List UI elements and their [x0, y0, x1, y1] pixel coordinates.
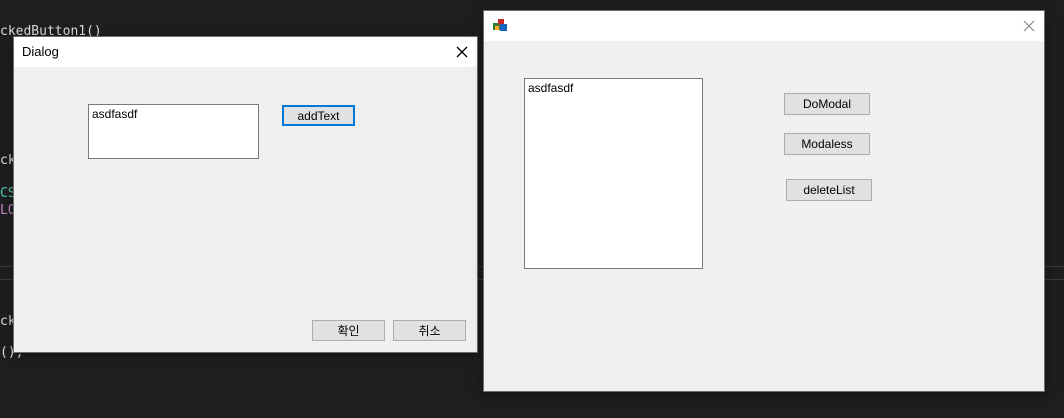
dialog-window: Dialog asdfasdf addText 확인 취소 — [14, 37, 477, 352]
main-titlebar[interactable] — [484, 11, 1044, 41]
main-close-button[interactable] — [1014, 11, 1044, 41]
mfc-app-icon — [493, 19, 507, 31]
modaless-button[interactable]: Modaless — [784, 133, 870, 155]
delete-list-button[interactable]: deleteList — [786, 179, 872, 201]
main-window: asdfasdf DoModal Modaless deleteList — [484, 11, 1044, 391]
ok-button[interactable]: 확인 — [312, 320, 385, 341]
dialog-title: Dialog — [22, 44, 59, 59]
dialog-titlebar[interactable]: Dialog — [14, 37, 477, 67]
list-box[interactable]: asdfasdf — [524, 78, 703, 269]
add-text-button[interactable]: addText — [282, 105, 355, 126]
close-icon — [456, 46, 468, 58]
app-icon — [492, 17, 508, 33]
list-item[interactable]: asdfasdf — [528, 81, 699, 95]
close-icon — [1023, 20, 1035, 32]
domodal-button[interactable]: DoModal — [784, 93, 870, 115]
dialog-close-button[interactable] — [447, 37, 477, 67]
cancel-button[interactable]: 취소 — [393, 320, 466, 341]
text-edit-field[interactable]: asdfasdf — [88, 104, 259, 159]
